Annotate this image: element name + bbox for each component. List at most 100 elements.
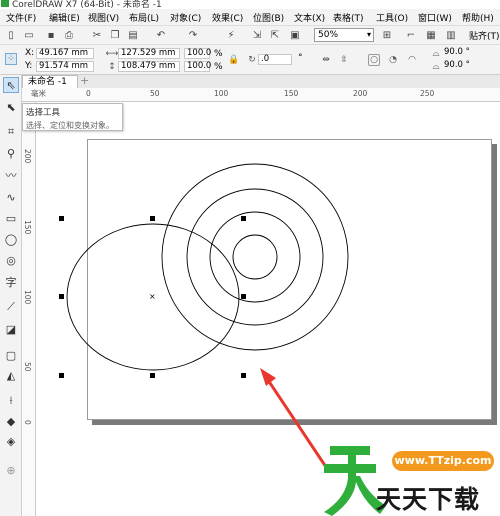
x-label: X: [25, 48, 35, 58]
menu-tools[interactable]: 工具(O) [376, 11, 408, 24]
end-angle-field[interactable]: 90.0 ° [442, 61, 482, 72]
menu-effects[interactable]: 效果(C) [212, 11, 243, 24]
x-position-field[interactable]: 49.167 mm [36, 48, 94, 59]
watermark-url: www.TTzip.com [392, 451, 494, 471]
node-edit-icon[interactable]: ⬉ [3, 99, 19, 115]
selection-center-marker-icon[interactable]: × [149, 293, 156, 301]
menu-table[interactable]: 表格(T) [333, 11, 364, 24]
menu-window[interactable]: 窗口(W) [418, 11, 452, 24]
selection-handle-top-center[interactable] [150, 216, 155, 221]
tooltip-title: 选择工具 [26, 108, 61, 118]
freehand-icon[interactable]: 〰 [3, 167, 19, 183]
add-tab-icon[interactable]: + [80, 75, 90, 88]
drop-shadow-icon[interactable]: ▢ [3, 347, 19, 363]
menu-layout[interactable]: 布局(L) [129, 11, 159, 24]
horizontal-ruler[interactable]: 毫米 0 50 100 150 200 250 [22, 88, 500, 102]
end-angle-icon: ⌓ [432, 62, 440, 72]
rotate-icon: ↻ [248, 55, 256, 65]
selection-handle-bottom-center[interactable] [150, 373, 155, 378]
menu-file[interactable]: 文件(F) [6, 11, 36, 24]
tooltip-description: 选择、定位和变换对象。 [26, 121, 114, 130]
ruler-v-tick: 100 [23, 290, 32, 305]
lock-ratio-icon[interactable]: 🔒 [228, 54, 240, 66]
arc-mode-icon[interactable]: ◠ [406, 54, 418, 66]
arrow-pointer-icon[interactable]: ⇖ [3, 77, 19, 93]
pie-mode-icon[interactable]: ◔ [387, 54, 399, 66]
menu-view[interactable]: 视图(V) [88, 11, 119, 24]
vertical-ruler[interactable]: 200 150 100 50 0 [22, 102, 36, 516]
connector-icon[interactable]: ⟋ [3, 299, 19, 315]
start-angle-field[interactable]: 90.0 ° [442, 48, 482, 59]
artistic-media-icon[interactable]: ∿ [3, 189, 19, 205]
add-icon[interactable]: ⊕ [3, 462, 19, 478]
tool-tooltip: 选择工具 选择、定位和变换对象。 [22, 103, 123, 131]
search-content-icon[interactable]: ⚡ [224, 28, 238, 42]
show-grid-icon[interactable]: ▦ [424, 28, 438, 42]
y-position-field[interactable]: 91.574 mm [36, 61, 94, 72]
selection-handle-top-left[interactable] [59, 216, 64, 221]
export-icon[interactable]: ⇱ [268, 28, 282, 42]
selection-handle-top-right[interactable] [241, 216, 246, 221]
import-icon[interactable]: ⇲ [250, 28, 264, 42]
show-rulers-icon[interactable]: ⌐ [404, 28, 418, 42]
text-icon[interactable]: 字 [3, 274, 19, 290]
print-icon[interactable]: ⎙ [62, 28, 76, 42]
eyedropper-icon[interactable]: ⟊ [3, 393, 19, 409]
zoom-icon[interactable]: ⚲ [3, 145, 19, 161]
rotation-field[interactable]: .0 [258, 54, 292, 65]
full-screen-icon[interactable]: ⊞ [380, 28, 394, 42]
scale-y-field[interactable]: 100.0 [184, 61, 211, 72]
mirror-horizontal-icon[interactable]: ⇹ [320, 54, 332, 66]
width-icon: ⟷ [105, 49, 119, 59]
document-tab[interactable]: 未命名 -1 [22, 75, 78, 88]
scale-x-field[interactable]: 100.0 [184, 48, 211, 59]
polygon-icon[interactable]: ◎ [3, 252, 19, 268]
copy-icon[interactable]: ❐ [108, 28, 122, 42]
menu-text[interactable]: 文本(X) [294, 11, 325, 24]
crop-icon[interactable]: ⌗ [3, 124, 19, 140]
standard-toolbar: ▯ ▭ ▪ ⎙ ✂ ❐ ▤ ↶ ↷ ⚡ ⇲ ⇱ ▣ 50% ▾ ⊞ ⌐ ▦ ▥ … [0, 26, 500, 45]
selection-handle-middle-right[interactable] [241, 294, 246, 299]
object-origin-icon[interactable]: ⁘ [5, 53, 17, 65]
selection-handle-bottom-left[interactable] [59, 373, 64, 378]
mirror-vertical-icon[interactable]: ⇳ [338, 54, 350, 66]
rectangle-icon[interactable]: ▭ [3, 210, 19, 226]
selection-handle-middle-left[interactable] [59, 294, 64, 299]
menu-edit[interactable]: 编辑(E) [49, 11, 80, 24]
ellipse-mode-icon[interactable]: ○ [368, 54, 380, 66]
height-field[interactable]: 108.479 mm [118, 61, 180, 72]
snap-to-button[interactable]: 贴齐(T) [469, 29, 500, 42]
save-icon[interactable]: ▪ [44, 28, 58, 42]
new-document-icon[interactable]: ▯ [4, 28, 18, 42]
menu-bitmaps[interactable]: 位图(B) [253, 11, 284, 24]
zoom-level-select[interactable]: 50% ▾ [314, 28, 374, 42]
show-guidelines-icon[interactable]: ▥ [444, 28, 458, 42]
fill-icon[interactable]: ◆ [3, 413, 19, 429]
window-title: CorelDRAW X7 (64-Bit) - 未命名 -1 [12, 0, 162, 9]
paste-icon[interactable]: ▤ [126, 28, 140, 42]
open-icon[interactable]: ▭ [22, 28, 36, 42]
document-page[interactable] [87, 139, 492, 420]
interactive-fill-icon[interactable]: ◪ [3, 321, 19, 337]
ruler-h-tick: 150 [284, 89, 299, 98]
transparency-icon[interactable]: ◭ [3, 367, 19, 383]
undo-icon[interactable]: ↶ [154, 28, 168, 42]
redo-icon[interactable]: ↷ [186, 28, 200, 42]
rotation-degree-label: ° [298, 53, 303, 63]
ruler-h-tick: 0 [86, 89, 91, 98]
selection-handle-bottom-right[interactable] [241, 373, 246, 378]
toolbox: ⇖ ⬉ ⌗ ⚲ 〰 ∿ ▭ ◯ ◎ 字 ⟋ ◪ ▢ ◭ ⟊ ◆ ◈ ⊕ [0, 75, 22, 516]
ruler-v-tick: 50 [23, 362, 32, 372]
watermark-brand: 天天下载 [376, 485, 481, 514]
cut-icon[interactable]: ✂ [90, 28, 104, 42]
menu-help[interactable]: 帮助(H) [462, 11, 494, 24]
ruler-v-tick: 200 [23, 149, 32, 164]
width-field[interactable]: 127.529 mm [118, 48, 180, 59]
zoom-level-value: 50% [318, 30, 339, 40]
smart-fill-icon[interactable]: ◈ [3, 433, 19, 449]
publish-pdf-icon[interactable]: ▣ [288, 28, 302, 42]
ruler-v-tick: 0 [23, 420, 32, 425]
menu-object[interactable]: 对象(C) [170, 11, 201, 24]
y-label: Y: [25, 61, 33, 71]
ellipse-icon[interactable]: ◯ [3, 231, 19, 247]
